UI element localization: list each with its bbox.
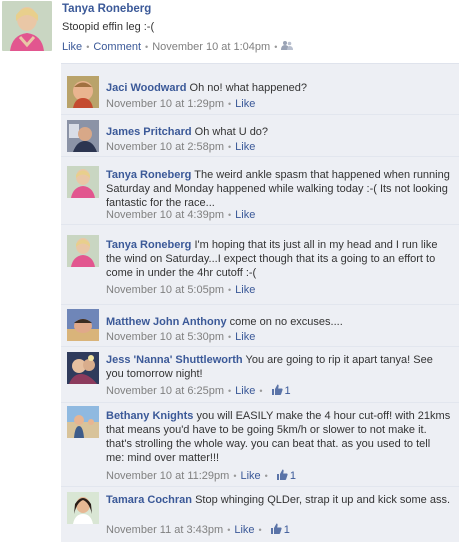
like-link[interactable]: Like bbox=[235, 209, 255, 221]
comment-author[interactable]: Jaci Woodward bbox=[106, 82, 186, 94]
avatar[interactable] bbox=[67, 406, 99, 438]
like-count[interactable]: 1 bbox=[276, 469, 296, 483]
separator-dot: • bbox=[228, 386, 232, 396]
separator-dot: • bbox=[227, 525, 231, 535]
comment: Jess 'Nanna' Shuttleworth You are going … bbox=[61, 346, 459, 402]
separator-dot: • bbox=[228, 285, 232, 295]
post-timestamp[interactable]: November 10 at 1:04pm bbox=[152, 41, 270, 53]
separator-dot: • bbox=[233, 471, 237, 481]
comment-meta: November 10 at 2:58pm • Like bbox=[106, 141, 255, 153]
comment: Tanya Roneberg I'm hoping that its just … bbox=[61, 224, 459, 304]
comment-meta: November 10 at 5:30pm • Like bbox=[106, 331, 255, 343]
like-link[interactable]: Like bbox=[62, 41, 82, 53]
comment-text: Stop whinging QLDer, strap it up and kic… bbox=[195, 494, 451, 506]
comments-list: Jaci Woodward Oh no! what happened? Nove… bbox=[61, 64, 459, 542]
post-text: Stoopid effin leg :-( bbox=[62, 21, 155, 33]
avatar[interactable] bbox=[67, 352, 99, 384]
comment-timestamp[interactable]: November 10 at 1:29pm bbox=[106, 98, 224, 110]
status-post: Tanya Roneberg Stoopid effin leg :-( Lik… bbox=[0, 0, 460, 60]
like-count[interactable]: 1 bbox=[271, 384, 291, 398]
comment-author[interactable]: Jess 'Nanna' Shuttleworth bbox=[106, 354, 243, 366]
like-link[interactable]: Like bbox=[235, 98, 255, 110]
comment: Bethany Knights you will EASILY make the… bbox=[61, 402, 459, 486]
separator-dot: • bbox=[228, 332, 232, 342]
like-count-number: 1 bbox=[283, 524, 290, 536]
thumbs-up-icon bbox=[276, 469, 288, 483]
comment-timestamp[interactable]: November 10 at 5:30pm bbox=[106, 331, 224, 343]
separator-dot: • bbox=[259, 386, 263, 396]
separator-dot: • bbox=[145, 41, 149, 52]
avatar[interactable] bbox=[67, 120, 99, 152]
like-link[interactable]: Like bbox=[235, 385, 255, 397]
comment-link[interactable]: Comment bbox=[93, 41, 141, 53]
comment-timestamp[interactable]: November 10 at 5:05pm bbox=[106, 284, 224, 296]
comment: James Pritchard Oh what U do? November 1… bbox=[61, 114, 459, 156]
separator-dot: • bbox=[274, 41, 278, 52]
comment-author[interactable]: Matthew John Anthony bbox=[106, 316, 227, 328]
avatar[interactable] bbox=[67, 166, 99, 198]
comment-author[interactable]: Tanya Roneberg bbox=[106, 239, 191, 251]
like-link[interactable]: Like bbox=[235, 141, 255, 153]
comment-timestamp[interactable]: November 11 at 3:43pm bbox=[106, 524, 223, 536]
comment-meta: November 10 at 1:29pm • Like bbox=[106, 98, 255, 110]
comment-timestamp[interactable]: November 10 at 6:25pm bbox=[106, 385, 224, 397]
post-meta: Like • Comment • November 10 at 1:04pm • bbox=[62, 40, 294, 53]
separator-dot: • bbox=[228, 99, 232, 109]
comment-author[interactable]: Bethany Knights bbox=[106, 410, 193, 422]
comment: Matthew John Anthony come on no excuses.… bbox=[61, 304, 459, 346]
comment: Tanya Roneberg The weird ankle spasm tha… bbox=[61, 156, 459, 224]
comment-timestamp[interactable]: November 10 at 2:58pm bbox=[106, 141, 224, 153]
comment-meta: November 10 at 4:39pm • Like bbox=[106, 209, 255, 221]
thumbs-up-icon bbox=[270, 523, 282, 537]
comment-timestamp[interactable]: November 10 at 11:29pm bbox=[106, 470, 229, 482]
comment: Tamara Cochran Stop whinging QLDer, stra… bbox=[61, 486, 459, 542]
comment-author[interactable]: Tamara Cochran bbox=[106, 494, 192, 506]
avatar[interactable] bbox=[67, 76, 99, 108]
avatar[interactable] bbox=[2, 1, 52, 51]
like-link[interactable]: Like bbox=[235, 284, 255, 296]
separator-dot: • bbox=[264, 471, 268, 481]
comment-author[interactable]: James Pritchard bbox=[106, 126, 192, 138]
comment-meta: November 10 at 11:29pm • Like • 1 bbox=[106, 469, 296, 483]
comment-text: Oh what U do? bbox=[194, 126, 269, 138]
separator-dot: • bbox=[228, 142, 232, 152]
comment-author[interactable]: Tanya Roneberg bbox=[106, 169, 191, 181]
separator-dot: • bbox=[86, 41, 90, 52]
comment-timestamp[interactable]: November 10 at 4:39pm bbox=[106, 209, 224, 221]
comment: Jaci Woodward Oh no! what happened? Nove… bbox=[61, 64, 459, 114]
thumbs-up-icon bbox=[271, 384, 283, 398]
comment-meta: November 10 at 5:05pm • Like bbox=[106, 284, 255, 296]
like-link[interactable]: Like bbox=[234, 524, 254, 536]
comment-meta: November 11 at 3:43pm • Like • 1 bbox=[106, 523, 290, 537]
friends-icon[interactable] bbox=[281, 40, 294, 53]
avatar[interactable] bbox=[67, 309, 99, 341]
like-link[interactable]: Like bbox=[235, 331, 255, 343]
separator-dot: • bbox=[258, 525, 262, 535]
comment-meta: November 10 at 6:25pm • Like • 1 bbox=[106, 384, 291, 398]
post-author[interactable]: Tanya Roneberg bbox=[62, 3, 151, 15]
comment-text: Oh no! what happened? bbox=[189, 82, 307, 94]
like-link[interactable]: Like bbox=[240, 470, 260, 482]
like-count-number: 1 bbox=[284, 385, 291, 397]
like-count[interactable]: 1 bbox=[270, 523, 290, 537]
comment-text: come on no excuses.... bbox=[229, 316, 343, 328]
avatar[interactable] bbox=[67, 235, 99, 267]
separator-dot: • bbox=[228, 210, 232, 220]
like-count-number: 1 bbox=[289, 470, 296, 482]
avatar[interactable] bbox=[67, 492, 99, 524]
